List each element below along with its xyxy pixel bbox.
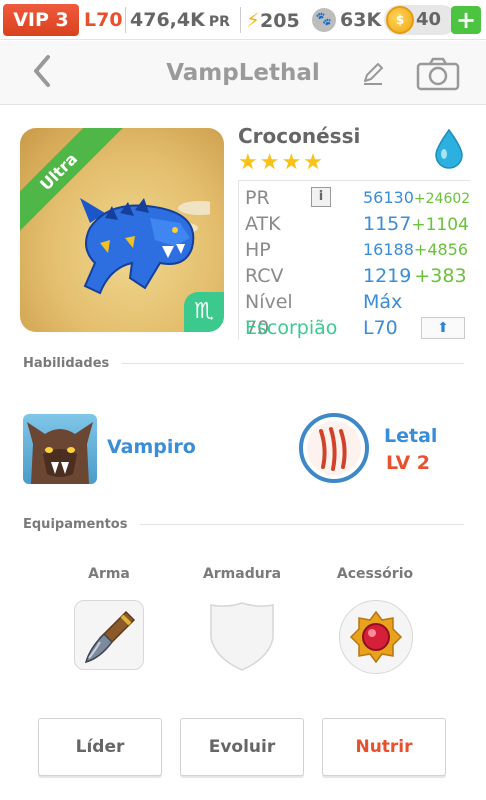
- paw-icon: 🐾: [312, 8, 336, 32]
- stat-label: HP: [245, 239, 271, 261]
- dagger-icon: [84, 610, 136, 664]
- add-coins-button[interactable]: +: [451, 6, 481, 34]
- stat-bonus: +1104: [411, 215, 469, 235]
- power-value: 476,4K: [130, 9, 205, 31]
- stat-base: 56130: [363, 188, 414, 207]
- vampire-icon: [27, 422, 93, 484]
- stat-label: RCV: [245, 265, 284, 287]
- divider: [125, 7, 126, 33]
- stat-value: 56130+24602: [363, 185, 470, 212]
- stat-bonus: +24602: [413, 191, 471, 207]
- stat-value: 1219 +383: [363, 263, 467, 289]
- power-unit: PR: [208, 14, 230, 30]
- stat-value: 1157+1104: [363, 211, 469, 238]
- equipment-section-title: Equipamentos: [23, 517, 128, 532]
- evolve-button[interactable]: Evoluir: [180, 718, 304, 776]
- claw-marks-icon: [319, 427, 347, 471]
- paw-count: 63K: [340, 9, 382, 31]
- stat-label: PR: [245, 187, 270, 209]
- coin-icon: $: [386, 6, 414, 34]
- equipment-slot-armor[interactable]: [207, 600, 277, 671]
- stats-panel: PR i 56130+24602 ATK 1157+1104 HP 16188+…: [238, 180, 470, 340]
- leader-button[interactable]: Líder: [38, 718, 162, 776]
- player-level: L70: [84, 9, 123, 31]
- vip-badge[interactable]: VIP 3: [3, 4, 79, 36]
- zodiac-upgrade-button[interactable]: ⬆: [421, 317, 465, 339]
- equipment-slot-accessory[interactable]: [339, 600, 413, 674]
- divider: [240, 7, 241, 33]
- info-button[interactable]: i: [311, 187, 331, 207]
- stat-bonus: +4856: [413, 240, 469, 259]
- amulet-icon: [349, 610, 403, 664]
- zodiac-scorpio-icon: ♏: [184, 292, 224, 332]
- monster-portrait[interactable]: Ultra ♏: [20, 128, 224, 332]
- monster-image: [80, 198, 210, 295]
- monster-name: Croconéssi: [238, 124, 361, 148]
- equipment-label-accessory: Acessório: [336, 566, 414, 582]
- shield-icon: [210, 602, 274, 671]
- trait-level: LV 2: [386, 452, 431, 474]
- equipment-slot-weapon[interactable]: [74, 600, 144, 670]
- stat-base: 16188: [363, 240, 414, 259]
- player-power: 476,4K PR: [130, 4, 230, 36]
- zodiac-level: L70: [363, 317, 398, 339]
- feed-button[interactable]: Nutrir: [322, 718, 446, 776]
- energy-counter[interactable]: ⚡205: [246, 4, 300, 36]
- star-rating: ★★★★: [238, 150, 325, 175]
- divider: [140, 524, 464, 525]
- lightning-icon: ⚡: [246, 8, 261, 32]
- skill-icon-vampire[interactable]: [23, 414, 97, 484]
- camera-icon[interactable]: [416, 57, 460, 91]
- trait-icon-lethal[interactable]: [299, 413, 369, 483]
- page-header: VampLethal: [0, 41, 486, 105]
- stat-value: 16188+4856: [363, 237, 468, 263]
- equipment-label-weapon: Arma: [88, 566, 130, 582]
- water-drop-icon: [435, 128, 463, 169]
- coin-value: 40: [416, 9, 442, 30]
- divider: [122, 363, 464, 364]
- page-title: VampLethal: [166, 60, 320, 86]
- abilities-section-title: Habilidades: [23, 356, 110, 371]
- stat-bonus: +383: [414, 265, 467, 287]
- chevron-left-icon[interactable]: [28, 51, 58, 91]
- stat-label: ATK: [245, 213, 281, 235]
- stat-base: 1219: [363, 265, 412, 287]
- zodiac-label: Escorpião: [245, 317, 338, 339]
- stat-value: Máx: [363, 291, 403, 313]
- equipment-label-armor: Armadura: [202, 566, 282, 582]
- skill-name[interactable]: Vampiro: [107, 436, 196, 458]
- stat-base: 1157: [363, 213, 412, 235]
- energy-value: 205: [260, 10, 300, 32]
- trait-name[interactable]: Letal: [384, 425, 437, 447]
- top-status-bar: VIP 3 L70 476,4K PR ⚡205 🐾 63K $ 40 +: [0, 0, 486, 40]
- pencil-icon[interactable]: [360, 61, 386, 87]
